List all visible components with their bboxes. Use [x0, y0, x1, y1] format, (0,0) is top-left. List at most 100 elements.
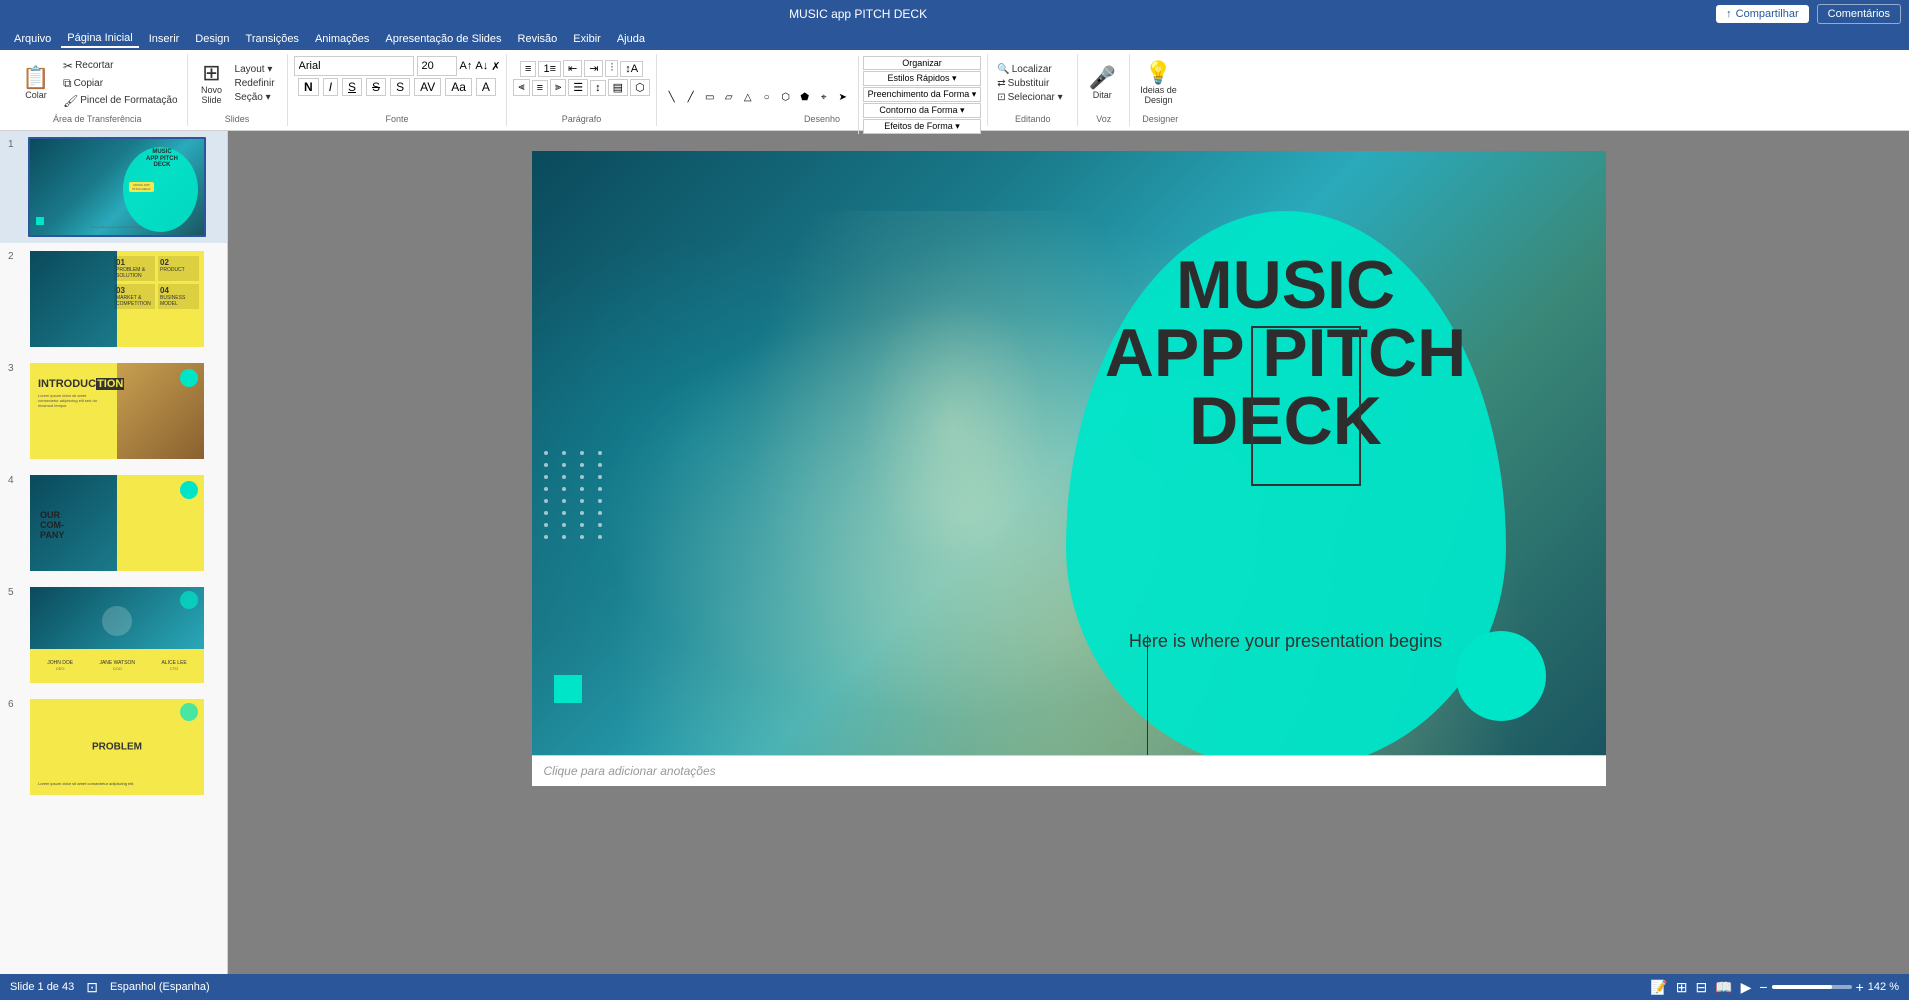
zoom-bar: − + 142 % [1759, 979, 1899, 995]
slideshow-icon[interactable]: ▶ [1741, 979, 1752, 996]
menu-design[interactable]: Design [189, 31, 235, 47]
indent-decrease-button[interactable]: ⇤ [563, 60, 582, 77]
slide-thumb-3[interactable]: 3 INTRODUCTION Lorem ipsum dolor sit ame… [0, 355, 227, 467]
zoom-level: 142 % [1868, 981, 1899, 993]
shape-2[interactable]: ╱ [682, 92, 700, 103]
charspace-button[interactable]: AV [414, 78, 441, 96]
copy-button[interactable]: ⧉Copiar [60, 75, 181, 92]
new-slide-button[interactable]: ⊞ NovoSlide [194, 60, 230, 107]
paste-icon: 📋 [22, 67, 49, 89]
italic-button[interactable]: I [323, 78, 338, 96]
arrange-button[interactable]: Organizar [863, 56, 982, 70]
ribbon: 📋 Colar ✂Recortar ⧉Copiar 🖌Pincel de For… [0, 50, 1909, 131]
slide-preview-3: INTRODUCTION Lorem ipsum dolor sit amet … [28, 361, 206, 461]
slide-sorter-icon[interactable]: ⊟ [1695, 979, 1707, 996]
slide-thumb-4[interactable]: 4 OURCOM-PANY [0, 467, 227, 579]
menu-bar: Arquivo Página Inicial Inserir Design Tr… [0, 28, 1909, 50]
layout-button[interactable]: Layout ▾ [232, 63, 278, 76]
menu-inserir[interactable]: Inserir [143, 31, 186, 47]
cut-button[interactable]: ✂Recortar [60, 58, 181, 74]
increase-font-button[interactable]: A↑ [460, 60, 473, 72]
menu-animacoes[interactable]: Animações [309, 31, 375, 47]
share-button[interactable]: ↑ Compartilhar [1716, 5, 1808, 23]
find-button[interactable]: 🔍Localizar [994, 63, 1065, 76]
zoom-out-icon[interactable]: − [1759, 979, 1767, 995]
shape-8[interactable]: ⬟ [796, 92, 814, 103]
reading-view-icon[interactable]: 📖 [1715, 979, 1732, 996]
menu-exibir[interactable]: Exibir [567, 31, 607, 47]
slide-thumb-5[interactable]: 5 JOHN DOECEO JANE WATSONCOO ALICE LEECT… [0, 579, 227, 691]
shape-arrow[interactable]: ➤ [834, 92, 852, 103]
decrease-font-button[interactable]: A↓ [475, 60, 488, 72]
ribbon-group-editing: 🔍Localizar ⇄Substituir ⊡Selecionar ▾ Edi… [988, 54, 1078, 126]
smoke-accent-2 [532, 151, 1106, 755]
align-left-button[interactable]: ⫷ [513, 79, 529, 96]
underline-button[interactable]: S [342, 78, 362, 96]
slide-thumb-2[interactable]: 2 01PROBLEM & SOLUTION 02PRODUCT 03MARKE… [0, 243, 227, 355]
copy-icon: ⧉ [63, 76, 72, 91]
menu-revisao[interactable]: Revisão [512, 31, 564, 47]
slide-subtitle[interactable]: Here is where your presentation begins [1076, 631, 1496, 652]
font-case-button[interactable]: Aa [445, 78, 472, 96]
convert-smartart-button[interactable]: ⬡ [630, 79, 650, 96]
font-color-button[interactable]: A [476, 78, 496, 96]
zoom-in-icon[interactable]: + [1856, 979, 1864, 995]
shadow-button[interactable]: S [390, 78, 410, 96]
cols-button[interactable]: ⫶ [605, 60, 618, 77]
menu-arquivo[interactable]: Arquivo [8, 31, 57, 47]
menu-pagina-inicial[interactable]: Página Inicial [61, 30, 138, 48]
shape-9[interactable]: ⌖ [815, 92, 833, 103]
canvas-area: MUSIC APP PITCH DECK Here is where your … [228, 131, 1909, 974]
reset-button[interactable]: Redefinir [232, 77, 278, 90]
shape-5[interactable]: △ [739, 92, 757, 103]
styles-button[interactable]: Estilos Rápidos ▾ [863, 71, 982, 86]
text-direction-button[interactable]: ↕A [620, 61, 643, 77]
justify-button[interactable]: ☰ [568, 79, 588, 96]
select-button[interactable]: ⊡Selecionar ▾ [994, 91, 1065, 104]
comment-button[interactable]: Comentários [1817, 4, 1901, 24]
clear-format-button[interactable]: ✗ [491, 60, 500, 73]
shape-6[interactable]: ○ [758, 92, 776, 103]
normal-view-icon[interactable]: ⊞ [1676, 979, 1688, 996]
drawing-content: ╲ ╱ ▭ ▱ △ ○ ⬡ ⬟ ⌖ ➤ Organizar Estilos Rá… [663, 56, 982, 148]
format-painter-button[interactable]: 🖌Pincel de Formatação [60, 93, 181, 109]
title-bar: MUSIC app PITCH DECK ↑ Compartilhar Come… [0, 0, 1909, 28]
section-button[interactable]: Seção ▾ [232, 91, 278, 104]
language-status: Espanhol (Espanha) [110, 981, 210, 993]
zoom-slider[interactable] [1772, 985, 1852, 989]
accessibility-icon[interactable]: ⊡ [86, 979, 98, 996]
indent-increase-button[interactable]: ⇥ [584, 60, 603, 77]
numbering-button[interactable]: 1≡ [538, 61, 561, 77]
replace-icon: ⇄ [997, 78, 1005, 89]
bold-button[interactable]: N [298, 78, 319, 96]
slide-thumb-6[interactable]: 6 PROBLEM Lorem ipsum dolor sit amet con… [0, 691, 227, 803]
shape-3[interactable]: ▭ [701, 92, 719, 103]
font-size-input[interactable] [417, 56, 457, 76]
editing-small: 🔍Localizar ⇄Substituir ⊡Selecionar ▾ [994, 63, 1065, 104]
select-icon: ⊡ [997, 92, 1005, 103]
strikethrough-button[interactable]: S [366, 78, 386, 96]
shape-1[interactable]: ╲ [663, 92, 681, 103]
dictate-button[interactable]: 🎤 Ditar [1084, 65, 1120, 102]
notes-area[interactable]: Clique para adicionar anotações [532, 755, 1606, 786]
align-right-button[interactable]: ⫸ [550, 79, 566, 96]
align-text-button[interactable]: ▤ [608, 79, 628, 96]
slide-count: Slide 1 de 43 [10, 981, 74, 993]
align-center-button[interactable]: ≡ [532, 80, 548, 96]
shape-7[interactable]: ⬡ [777, 92, 795, 103]
brush-icon: 🖌 [63, 94, 78, 108]
shape-fill-button[interactable]: Preenchimento da Forma ▾ [863, 87, 982, 102]
slide-preview-1: MUSIC APP PITCH DECK MUSICAPP PITCHDECK … [28, 137, 206, 237]
linespace-button[interactable]: ↕ [590, 80, 606, 96]
menu-apresentacao[interactable]: Apresentação de Slides [379, 31, 507, 47]
paste-button[interactable]: 📋 Colar [14, 65, 58, 102]
shape-4[interactable]: ▱ [720, 92, 738, 103]
menu-ajuda[interactable]: Ajuda [611, 31, 651, 47]
notes-icon[interactable]: 📝 [1650, 979, 1667, 996]
bullets-button[interactable]: ≡ [520, 61, 536, 77]
replace-button[interactable]: ⇄Substituir [994, 77, 1065, 90]
menu-transicoes[interactable]: Transições [240, 31, 305, 47]
font-name-input[interactable] [294, 56, 414, 76]
slide-thumb-1[interactable]: 1 MUSIC APP PITCH DECK MUSICAPP PITCHDEC… [0, 131, 227, 243]
design-ideas-button[interactable]: 💡 Ideias deDesign [1136, 60, 1181, 107]
